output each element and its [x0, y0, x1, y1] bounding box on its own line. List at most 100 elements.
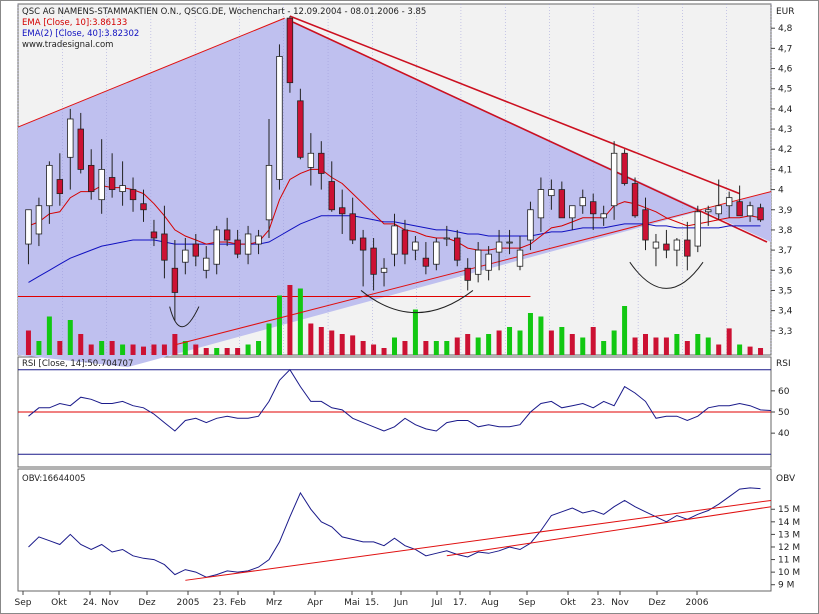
candle-body: [140, 203, 147, 211]
volume-bar: [726, 328, 732, 355]
candle-body: [161, 233, 168, 261]
volume-bar: [141, 346, 146, 355]
candle-body: [339, 207, 346, 215]
candle-body: [370, 247, 377, 275]
candle-body: [412, 241, 419, 251]
x-tick-label: 15.: [365, 598, 379, 608]
volume-bar: [569, 334, 575, 355]
price-tick-label: 4: [778, 186, 784, 196]
candle-body: [223, 229, 231, 241]
candle-body: [46, 164, 53, 207]
x-tick-label: Apr: [307, 598, 323, 608]
x-tick-label: Sep: [15, 598, 32, 608]
obv-panel: [17, 468, 772, 592]
candle-body: [307, 152, 315, 168]
volume-bar: [548, 330, 554, 355]
candle-body: [610, 152, 618, 207]
volume-bar: [580, 337, 586, 355]
x-tick-label: 17.: [453, 598, 467, 608]
volume-bar: [465, 334, 471, 355]
volume-bar: [67, 320, 73, 355]
candle-body: [391, 225, 398, 255]
x-tick-label: Dez: [138, 598, 155, 608]
x-tick-label: Okt: [560, 598, 576, 608]
candle-body: [600, 213, 607, 219]
x-tick-label: Mrz: [266, 598, 282, 608]
volume-bar: [737, 344, 743, 355]
price-tick-label: 3,7: [778, 246, 792, 256]
price-tick-label: 3,9: [778, 206, 793, 216]
candle-body: [182, 249, 189, 263]
volume-bar: [454, 337, 460, 355]
candle-body: [621, 152, 628, 184]
volume-bar: [486, 334, 492, 355]
candle-body: [244, 233, 252, 255]
candle-body: [443, 237, 450, 240]
obv-tick-label: 14 M: [778, 518, 800, 528]
price-tick-label: 4,8: [778, 24, 793, 34]
candle-body: [579, 197, 586, 207]
candle-body: [663, 243, 670, 251]
volume-bar: [517, 330, 523, 355]
volume-bar: [130, 344, 136, 355]
price-tick-label: 3,8: [778, 226, 793, 236]
volume-bar: [622, 306, 628, 355]
candle-body: [569, 205, 576, 219]
candle-body: [349, 213, 356, 241]
volume-bar: [78, 334, 84, 355]
price-tick-label: 4,4: [778, 105, 793, 115]
price-tick-label: 3,6: [778, 266, 793, 276]
volume-bar: [109, 341, 115, 355]
candle-body: [454, 237, 461, 261]
candle-body: [537, 189, 545, 219]
volume-bar: [276, 295, 282, 355]
volume-bar: [590, 327, 596, 355]
volume-bar: [695, 334, 701, 355]
candle-body: [558, 189, 566, 219]
volume-bar: [161, 344, 167, 355]
volume-bar: [46, 316, 52, 355]
candle-body: [192, 243, 199, 257]
x-tick-label: Mai: [344, 598, 360, 608]
volume-bar: [88, 344, 94, 355]
candle-body: [119, 185, 126, 193]
obv-tick-label: 13 M: [778, 530, 800, 540]
price-tick-label: 4,7: [778, 44, 792, 54]
candle-body: [56, 179, 64, 195]
candle-body: [433, 241, 440, 265]
volume-bar: [371, 344, 377, 355]
volume-bar: [36, 341, 42, 355]
volume-bar: [475, 337, 481, 355]
x-tick-label: 23.: [213, 598, 227, 608]
volume-bar: [632, 337, 638, 355]
obv-tick-label: 15 M: [778, 505, 800, 515]
candle-body: [77, 128, 84, 170]
candle-body: [265, 164, 273, 221]
price-tick-label: 3,5: [778, 286, 792, 296]
volume-bar: [402, 341, 408, 355]
volume-bar: [235, 348, 241, 355]
candle-body: [757, 207, 764, 221]
volume-bar: [25, 330, 31, 355]
candle-body: [35, 205, 43, 235]
volume-bar: [57, 341, 63, 355]
rsi-unit-label: RSI: [776, 359, 791, 369]
x-tick-label: Aug: [481, 598, 499, 608]
candle-body: [631, 183, 639, 217]
candle-body: [25, 209, 32, 245]
candle-body: [255, 235, 262, 245]
volume-bar: [318, 327, 324, 355]
x-tick-label: Jul: [431, 598, 443, 608]
watermark: www.tradesignal.com: [22, 40, 113, 50]
x-tick-label: 24.: [83, 598, 97, 608]
candle-body: [516, 249, 524, 267]
chart-title: QSC AG NAMENS-STAMMAKTIEN O.N., QSCG.DE,…: [22, 7, 426, 17]
price-tick-label: 3,3: [778, 327, 792, 337]
legend-ema40: EMA(2) [Close, 40]:3.82302: [22, 29, 139, 39]
volume-bar: [758, 348, 764, 355]
candle-body: [318, 152, 325, 174]
volume-bar: [256, 341, 262, 355]
candle-body: [590, 201, 597, 215]
volume-bar: [99, 341, 105, 355]
candle-body: [705, 209, 712, 213]
